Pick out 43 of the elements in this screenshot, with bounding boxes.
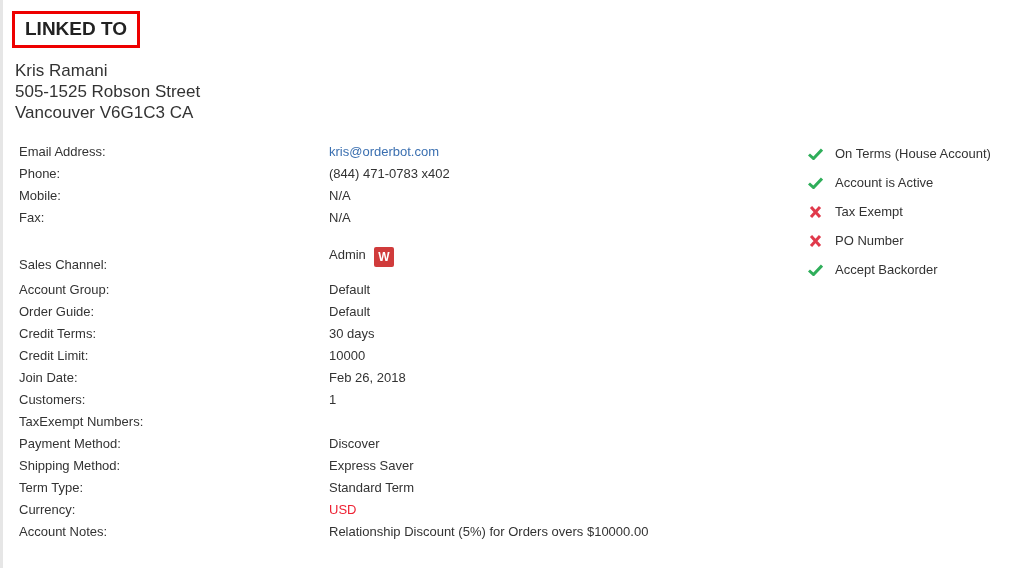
field-value: 30 days	[329, 325, 375, 341]
field-label: Mobile:	[19, 186, 62, 205]
field-label: Customers:	[19, 390, 87, 409]
field-label: Email Address:	[19, 142, 107, 161]
field-value: Relationship Discount (5%) for Orders overs $10000.00	[329, 523, 649, 539]
field-value: Feb 26, 2018	[329, 369, 406, 385]
field-label: Credit Limit:	[19, 346, 90, 365]
section-heading: LINKED TO	[12, 11, 141, 48]
field-value: Discover	[329, 435, 380, 451]
field-label: Credit Terms:	[19, 324, 98, 343]
field-label: Fax:	[19, 208, 46, 227]
field-value: USD	[329, 501, 357, 517]
address-line: Vancouver V6G1C3 CA	[15, 101, 195, 123]
field-value: 1	[329, 391, 337, 407]
field-label: Currency:	[19, 500, 77, 519]
field-label: Payment Method:	[19, 434, 122, 453]
channel-badge: W	[373, 246, 394, 267]
flag-label: Account is Active	[835, 173, 934, 192]
field-value: Express Saver	[329, 457, 414, 473]
field-value: N/A	[329, 209, 351, 225]
flag-label: Tax Exempt	[835, 202, 903, 221]
field-label: Account Group:	[19, 280, 111, 299]
field-label: TaxExempt Numbers:	[19, 412, 145, 431]
field-value: Admin	[329, 245, 366, 264]
field-label: Phone:	[19, 164, 62, 183]
field-label: Sales Channel:	[19, 255, 109, 274]
field-value: (844) 471-0783 x402	[329, 165, 450, 181]
field-label: Account Notes:	[19, 522, 109, 541]
field-label: Shipping Method:	[19, 456, 122, 475]
field-value: Default	[329, 303, 371, 319]
field-value: Standard Term	[329, 479, 415, 495]
field-label: Term Type:	[19, 478, 85, 497]
flag-label: Accept Backorder	[835, 260, 938, 279]
field-label: Order Guide:	[19, 302, 96, 321]
address-line: Kris Ramani	[15, 59, 109, 81]
email-link[interactable]: kris@orderbot.com	[329, 143, 439, 159]
flag-label: PO Number	[835, 231, 904, 250]
field-value: N/A	[329, 187, 351, 203]
flag-label: On Terms (House Account)	[835, 144, 991, 163]
field-value: Default	[329, 281, 371, 297]
field-label: Join Date:	[19, 368, 79, 387]
address-line: 505-1525 Robson Street	[15, 80, 202, 102]
field-value: 10000	[329, 347, 366, 363]
